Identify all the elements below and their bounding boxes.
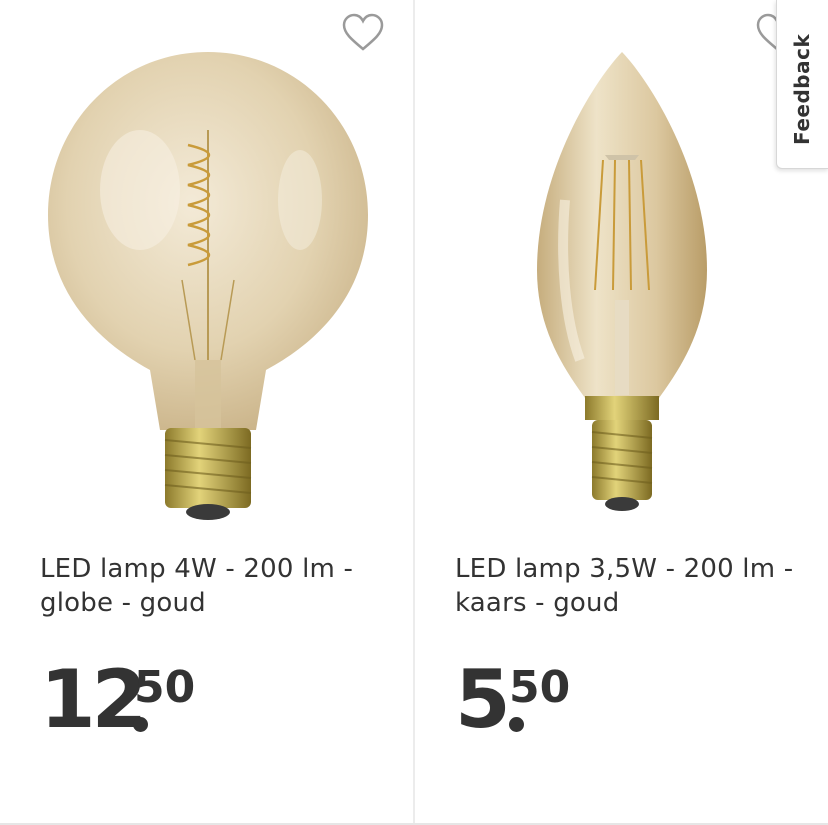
product-card-candle[interactable]: LED lamp 3,5W - 200 lm - kaars - goud 5 … [415, 0, 828, 823]
product-title-line[interactable]: LED lamp 4W - 200 lm - [40, 552, 380, 586]
product-card-globe[interactable]: LED lamp 4W - 200 lm - globe - goud 12 5… [0, 0, 413, 823]
product-title-line[interactable]: LED lamp 3,5W - 200 lm - [455, 552, 795, 586]
price-fraction: 50 [509, 662, 571, 713]
product-title[interactable]: LED lamp 4W - 200 lm - globe - goud [40, 552, 380, 620]
product-title-line[interactable]: kaars - goud [455, 586, 795, 620]
price-decimal-dot [133, 717, 148, 732]
product-image-candle-bulb[interactable] [415, 0, 828, 540]
product-title-line[interactable]: globe - goud [40, 586, 380, 620]
price-whole: 5 [455, 653, 511, 746]
price-whole: 12 [40, 653, 147, 746]
product-grid: LED lamp 4W - 200 lm - globe - goud 12 5… [0, 0, 828, 825]
feedback-tab-button[interactable]: Feedback [776, 0, 828, 169]
product-title[interactable]: LED lamp 3,5W - 200 lm - kaars - goud [455, 552, 795, 620]
price-fraction: 50 [134, 662, 196, 713]
price-decimal-dot [509, 717, 524, 732]
favorite-heart-icon[interactable] [341, 13, 385, 53]
feedback-label: Feedback [790, 33, 814, 145]
product-image-globe-bulb[interactable] [0, 0, 413, 540]
